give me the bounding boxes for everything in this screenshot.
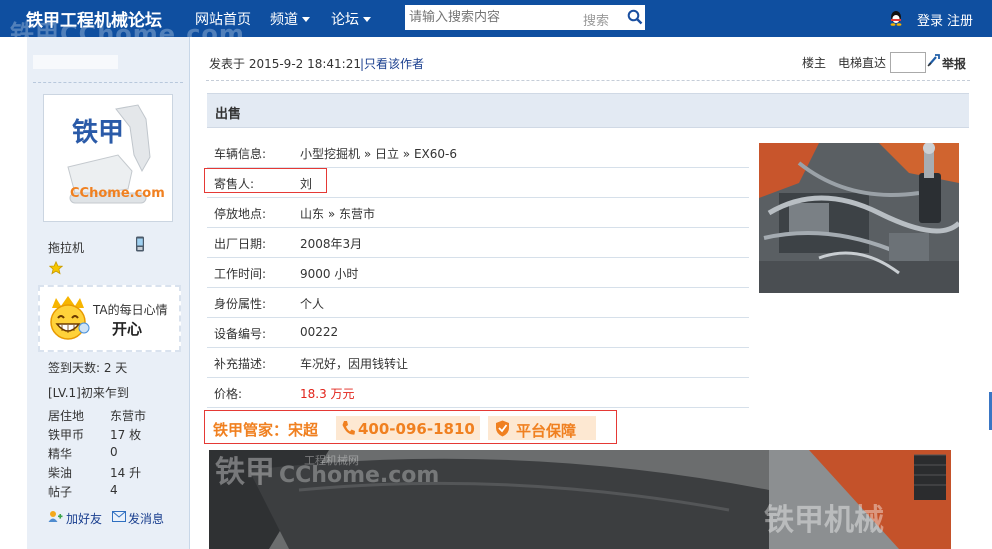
info-label: 补充描述: xyxy=(214,357,267,371)
photo-watermark-corner: 铁甲机械 xyxy=(764,503,884,538)
promo-manager: 铁甲管家：宋超 xyxy=(213,421,319,439)
register-link[interactable]: 注册 xyxy=(947,10,973,29)
profile-value: 东营市 xyxy=(110,409,147,423)
signin-days: 签到天数: 2 天 xyxy=(48,361,128,375)
only-author-label: 只看该作者 xyxy=(364,57,425,71)
divider xyxy=(206,80,970,81)
phone-icon xyxy=(342,421,355,435)
only-author-link[interactable]: |只看该作者 xyxy=(360,55,424,72)
search-input[interactable] xyxy=(405,5,583,30)
nav-forum[interactable]: 论坛 xyxy=(331,9,371,29)
report-icon[interactable] xyxy=(927,53,941,67)
promo-phone-number: 400-096-1810 xyxy=(358,420,475,438)
profile-value[interactable]: 4 xyxy=(110,483,118,497)
nav-home[interactable]: 网站首页 xyxy=(195,9,251,29)
sale-title: 出售 xyxy=(215,107,242,122)
nav-forum-label: 论坛 xyxy=(331,12,359,28)
promo-guarantee-label: 平台保障 xyxy=(516,422,577,440)
profile-label: 居住地 xyxy=(48,409,85,423)
report-link[interactable]: 举报 xyxy=(942,55,966,72)
info-value: 个人 xyxy=(300,297,325,311)
info-row-description: 补充描述: 车况好，因用钱转让 xyxy=(207,347,749,378)
mood-title: TA的每日心情 xyxy=(93,303,168,317)
info-value[interactable]: 山东 » 东营市 xyxy=(300,205,375,222)
price-value: 18.3 万元 xyxy=(300,387,355,401)
avatar-logo-text: 铁甲 xyxy=(72,117,124,148)
login-link[interactable]: 登录 xyxy=(917,10,943,29)
search-box: 搜索 xyxy=(405,5,645,30)
photo-watermark-logo: 铁甲 xyxy=(215,455,275,490)
qq-icon[interactable] xyxy=(889,10,903,26)
user-group-name: 拖拉机 xyxy=(48,241,85,255)
elevator-label: 电梯直达 xyxy=(838,56,887,70)
info-value: 车况好，因用钱转让 xyxy=(300,357,409,371)
add-friend-icon[interactable] xyxy=(48,510,63,523)
top-navbar: 铁甲CChome.com 铁甲工程机械论坛 网站首页 频道 论坛 搜索 登录 注… xyxy=(0,0,992,48)
avatar-logo-image: 铁甲 CChome.com xyxy=(46,97,170,219)
info-label: 车辆信息: xyxy=(214,147,267,161)
post-time: 发表于 2015-9-2 18:41:21 xyxy=(209,57,361,71)
info-row-work-hours: 工作时间: 9000 小时 xyxy=(207,257,749,288)
info-label: 身份属性: xyxy=(214,297,267,311)
profile-value: 17 枚 xyxy=(110,428,142,442)
user-profile-sidebar: 铁甲 CChome.com 拖拉机 TA的每日心情 开心 签到天数: 2 天 [… xyxy=(27,37,190,549)
info-row-location: 停放地点: 山东 » 东营市 xyxy=(207,197,749,228)
info-row-equipment-id: 设备编号: 00222 xyxy=(207,317,749,348)
avatar-logo-domain: CChome.com xyxy=(70,186,165,201)
seller-highlight-box xyxy=(204,168,327,193)
site-title[interactable]: 铁甲工程机械论坛 xyxy=(26,6,162,31)
photo-watermark-site: 工程机械网 xyxy=(304,453,359,467)
promo-phone-button[interactable]: 400-096-1810 xyxy=(336,416,480,440)
elevator-input[interactable] xyxy=(890,52,926,73)
info-label: 停放地点: xyxy=(214,207,267,221)
info-label: 出厂日期: xyxy=(214,237,267,251)
info-value[interactable]: 小型挖掘机 » 日立 » EX60-6 xyxy=(300,145,457,162)
engine-photo[interactable] xyxy=(759,143,959,293)
avatar[interactable]: 铁甲 CChome.com xyxy=(43,94,173,222)
profile-label: 帖子 xyxy=(48,485,73,499)
info-label: 工作时间: xyxy=(214,267,267,281)
info-label: 设备编号: xyxy=(214,327,267,341)
mobile-phone-icon xyxy=(136,236,144,252)
floor-label: 楼主 xyxy=(802,56,827,70)
divider xyxy=(33,82,183,83)
info-value: 00222 xyxy=(300,325,339,339)
info-row-manufacture-date: 出厂日期: 2008年3月 xyxy=(207,227,749,258)
happy-face-icon xyxy=(50,296,90,340)
info-value: 9000 小时 xyxy=(300,267,359,281)
mood-value: 开心 xyxy=(112,320,143,338)
username-redacted xyxy=(33,55,118,69)
search-icon[interactable] xyxy=(627,9,643,25)
add-friend-link[interactable]: 加好友 xyxy=(66,510,102,527)
user-level[interactable]: [LV.1]初来乍到 xyxy=(48,384,129,401)
sale-header: 出售 xyxy=(207,93,969,128)
info-row-price: 价格: 18.3 万元 xyxy=(207,377,749,408)
info-label: 价格: xyxy=(214,387,243,401)
star-icon xyxy=(49,261,63,275)
promo-banner: 铁甲管家：宋超 400-096-1810 平台保障 xyxy=(204,410,617,444)
profile-value: 14 升 xyxy=(110,466,142,480)
send-message-link[interactable]: 发消息 xyxy=(128,510,164,527)
profile-value[interactable]: 0 xyxy=(110,445,118,459)
mail-icon[interactable] xyxy=(112,511,126,522)
nav-channel[interactable]: 频道 xyxy=(270,9,310,29)
excavator-bucket-photo[interactable]: 铁甲 CChome.com 工程机械网 铁甲机械 xyxy=(209,450,951,549)
profile-label: 铁甲币 xyxy=(48,428,85,442)
profile-label: 柴油 xyxy=(48,466,73,480)
info-row-identity: 身份属性: 个人 xyxy=(207,287,749,318)
daily-mood-card: TA的每日心情 开心 xyxy=(38,285,181,352)
chevron-down-icon xyxy=(363,17,371,22)
search-button[interactable]: 搜索 xyxy=(583,10,609,29)
promo-guarantee-button[interactable]: 平台保障 xyxy=(488,416,596,440)
info-row-vehicle: 车辆信息: 小型挖掘机 » 日立 » EX60-6 xyxy=(207,137,749,168)
nav-channel-label: 频道 xyxy=(270,12,298,28)
shield-icon xyxy=(496,420,509,437)
info-value: 2008年3月 xyxy=(300,237,363,251)
chevron-down-icon xyxy=(302,17,310,22)
profile-label: 精华 xyxy=(48,447,73,461)
